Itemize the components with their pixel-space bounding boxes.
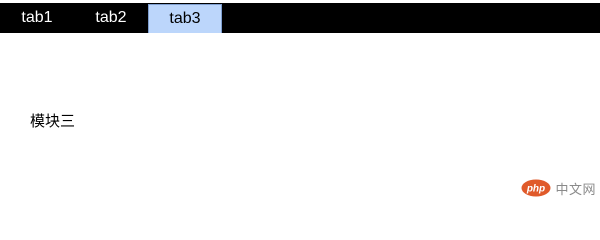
- tab-bar: tab1 tab2 tab3: [0, 3, 600, 33]
- watermark: php 中文网: [521, 179, 596, 198]
- tab-1[interactable]: tab1: [0, 3, 74, 33]
- tab-2[interactable]: tab2: [74, 3, 148, 33]
- watermark-site-text: 中文网: [555, 182, 596, 198]
- tabs-demo: tab1 tab2 tab3 模块三 php 中文网: [0, 0, 600, 200]
- tab-panel-content: 模块三: [30, 112, 76, 130]
- php-logo-icon: php: [521, 179, 551, 197]
- tab-3[interactable]: tab3: [148, 4, 222, 33]
- php-logo-text: php: [526, 184, 545, 195]
